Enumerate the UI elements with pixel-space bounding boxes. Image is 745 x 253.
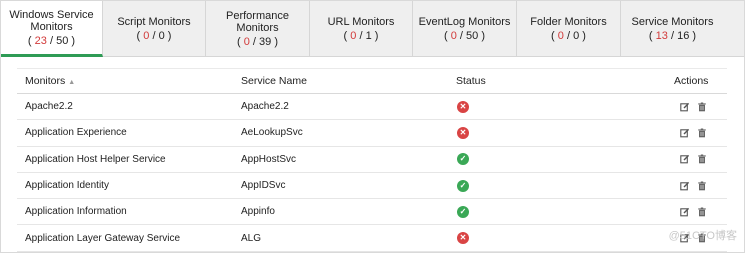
x-circle-icon: ✕ [457, 126, 469, 139]
actions-cell [651, 207, 727, 217]
tab-service-monitors[interactable]: Service Monitors( 13 / 16 ) [621, 1, 724, 56]
tab-count: ( 23 / 50 ) [27, 34, 76, 47]
tab-label: Folder Monitors [530, 15, 607, 28]
tab-label: URL Monitors [327, 15, 395, 28]
trash-icon[interactable] [697, 128, 707, 138]
header-service-name: Service Name [241, 75, 307, 87]
service-name: AppIDSvc [241, 180, 286, 192]
header-actions: Actions [674, 75, 709, 87]
trash-icon[interactable] [697, 207, 707, 217]
tab-count: ( 0 / 1 ) [343, 29, 379, 42]
status-cell: ✓ [446, 153, 651, 166]
tab-total-count: 16 [677, 29, 690, 42]
actions-cell [651, 181, 727, 191]
tab-active-count: 0 [450, 29, 457, 42]
tab-performance-monitors[interactable]: Performance Monitors( 0 / 39 ) [206, 1, 310, 56]
tab-total-count: 50 [56, 34, 69, 47]
edit-icon[interactable] [680, 128, 690, 138]
table-row: Application Identity AppIDSvc ✓ [17, 173, 727, 200]
x-circle-icon: ✕ [457, 232, 469, 245]
monitor-name: Application Experience [25, 127, 127, 139]
tab-total-count: 0 [158, 29, 165, 42]
tab-count: ( 0 / 39 ) [236, 35, 278, 48]
monitor-name: Application Layer Gateway Service [25, 232, 181, 244]
trash-icon[interactable] [697, 181, 707, 191]
tab-label: Performance Monitors [226, 9, 289, 34]
tab-count: ( 0 / 50 ) [443, 29, 485, 42]
edit-icon[interactable] [680, 102, 690, 112]
check-circle-icon: ✓ [457, 153, 469, 166]
monitor-tabs: Windows Service Monitors( 23 / 50 ) Scrip… [1, 1, 744, 57]
tab-total-count: 1 [365, 29, 372, 42]
table-body: Apache2.2 Apache2.2 ✕ Application Experienc… [17, 94, 727, 252]
tab-active-count: 0 [350, 29, 357, 42]
tab-count: ( 0 / 0 ) [551, 29, 586, 42]
table-row: Application Experience AeLookupSvc ✕ [17, 120, 727, 147]
monitor-name: Application Host Helper Service [25, 153, 166, 165]
tab-folder-monitors[interactable]: Folder Monitors( 0 / 0 ) [517, 1, 621, 56]
monitor-name: Application Identity [25, 180, 109, 192]
tab-eventlog-monitors[interactable]: EventLog Monitors( 0 / 50 ) [413, 1, 517, 56]
trash-icon[interactable] [697, 102, 707, 112]
sort-arrow-icon: ▲ [68, 79, 76, 86]
status-cell: ✕ [446, 126, 651, 139]
service-name: AppHostSvc [241, 153, 297, 165]
tab-active-count: 0 [557, 29, 564, 42]
watermark: @51CTO博客 [668, 230, 737, 242]
monitor-name: Application Information [25, 206, 127, 218]
check-circle-icon: ✓ [457, 205, 469, 218]
tab-label: Service Monitors [631, 15, 714, 28]
tab-total-count: 0 [573, 29, 580, 42]
tab-url-monitors[interactable]: URL Monitors( 0 / 1 ) [310, 1, 413, 56]
tab-active-count: 13 [655, 29, 668, 42]
check-circle-icon: ✓ [457, 179, 469, 192]
tab-active-count: 0 [243, 35, 250, 48]
tab-total-count: 39 [259, 35, 272, 48]
service-name: Appinfo [241, 206, 275, 218]
service-name: AeLookupSvc [241, 127, 303, 139]
x-circle-icon: ✕ [457, 100, 469, 113]
table-row: Apache2.2 Apache2.2 ✕ [17, 94, 727, 121]
status-cell: ✓ [446, 179, 651, 192]
tab-active-count: 23 [34, 34, 47, 47]
tab-total-count: 50 [466, 29, 479, 42]
monitor-name: Apache2.2 [25, 101, 73, 113]
header-monitors[interactable]: Monitors ▲ [17, 75, 231, 87]
trash-icon[interactable] [697, 154, 707, 164]
status-cell: ✕ [446, 232, 651, 245]
edit-icon[interactable] [680, 154, 690, 164]
tab-active-count: 0 [143, 29, 150, 42]
actions-cell [651, 102, 727, 112]
table-row: Application Information Appinfo ✓ [17, 199, 727, 226]
header-status: Status [456, 75, 486, 87]
tab-script-monitors[interactable]: Script Monitors( 0 / 0 ) [103, 1, 206, 56]
actions-cell [651, 154, 727, 164]
tab-windows-service-monitors[interactable]: Windows Service Monitors( 23 / 50 ) [1, 1, 103, 57]
service-name: ALG [241, 232, 262, 244]
tab-label: Windows Service Monitors [9, 8, 94, 33]
table-header: Monitors ▲ Service Name Status Actions [17, 68, 727, 94]
tab-label: EventLog Monitors [418, 15, 511, 28]
status-cell: ✕ [446, 100, 651, 113]
table-row: Application Layer Gateway Service ALG ✕ [17, 225, 727, 252]
table-row: Application Host Helper Service AppHostSv… [17, 147, 727, 173]
tab-label: Script Monitors [117, 15, 191, 28]
edit-icon[interactable] [680, 207, 690, 217]
tab-count: ( 0 / 0 ) [136, 29, 172, 42]
tab-count: ( 13 / 16 ) [648, 29, 697, 42]
service-name: Apache2.2 [241, 101, 289, 113]
monitors-table: Monitors ▲ Service Name Status Actions Ap… [17, 68, 727, 252]
status-cell: ✓ [446, 205, 651, 218]
edit-icon[interactable] [680, 181, 690, 191]
actions-cell [651, 128, 727, 138]
